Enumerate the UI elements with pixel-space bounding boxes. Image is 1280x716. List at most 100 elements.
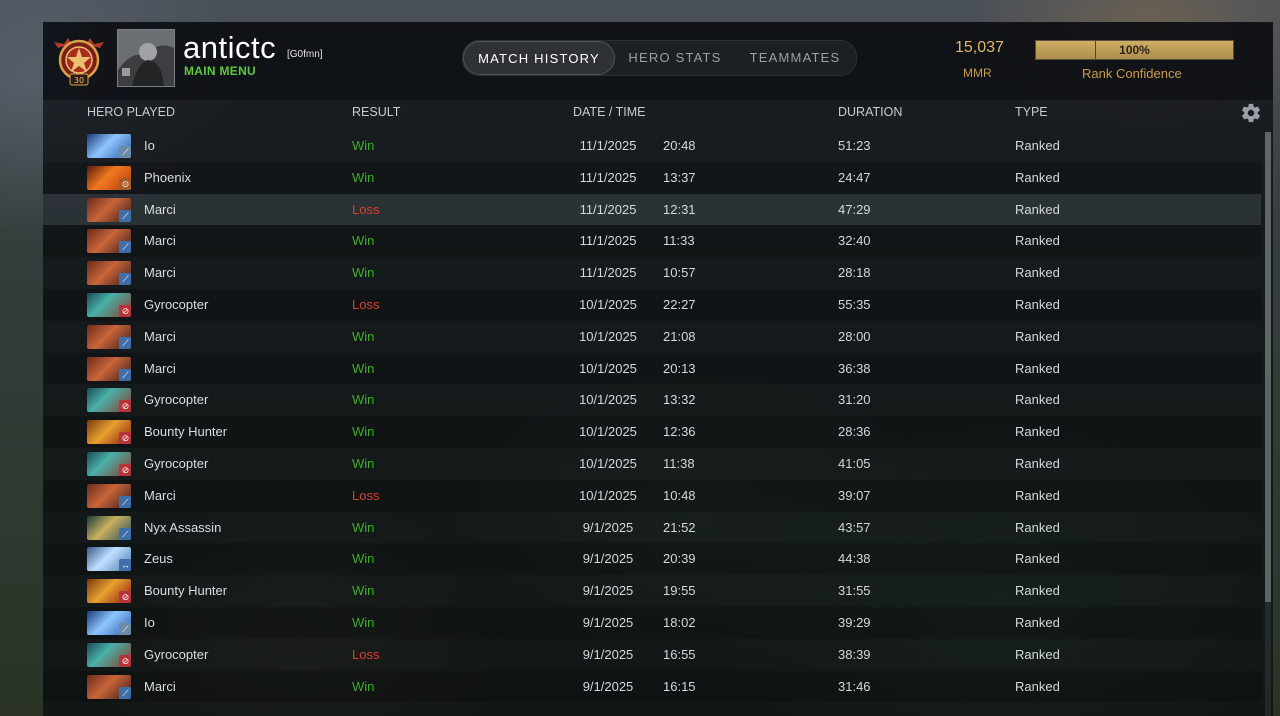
match-time: 12:36	[663, 424, 696, 440]
io-hero-icon: ⟋	[87, 610, 131, 635]
table-row[interactable]: ⟋ Marci Loss 11/1/2025 12:31 47:29 Ranked	[43, 193, 1261, 226]
match-type: Ranked	[1015, 392, 1060, 408]
table-row[interactable]: ⟋ Marci Win 11/1/2025 10:57 28:18 Ranked	[43, 257, 1261, 289]
column-header-datetime[interactable]: DATE / TIME	[573, 105, 645, 119]
tab-match-history[interactable]: MATCH HISTORY	[463, 41, 615, 75]
hero-name: Marci	[144, 233, 176, 249]
table-row[interactable]: ⟋ Marci Loss 10/1/2025 10:48 39:07 Ranked	[43, 479, 1261, 512]
match-time: 10:48	[663, 487, 696, 503]
column-header-result[interactable]: RESULT	[352, 105, 400, 119]
match-date: 11/1/2025	[579, 169, 637, 185]
match-date: 9/1/2025	[582, 614, 634, 630]
column-header-duration[interactable]: DURATION	[838, 105, 902, 119]
match-date: 11/1/2025	[579, 201, 637, 217]
table-row[interactable]: ↔ Zeus Win 9/1/2025 20:39 44:38 Ranked	[43, 543, 1261, 576]
svg-text:30: 30	[74, 76, 84, 85]
match-result: Win	[352, 169, 375, 185]
role-badge-icon: ⟋	[119, 146, 131, 158]
match-type: Ranked	[1015, 296, 1060, 312]
main-menu-link[interactable]: MAIN MENU	[184, 64, 256, 78]
table-row[interactable]: ⟋ Marci Win 11/1/2025 11:33 32:40 Ranked	[43, 225, 1261, 258]
role-badge-icon: ↔	[119, 559, 131, 572]
tab-teammates[interactable]: TEAMMATES	[735, 41, 855, 75]
hero-name: Gyrocopter	[144, 455, 209, 471]
match-result: Win	[352, 614, 375, 630]
match-duration: 31:55	[838, 583, 871, 599]
table-row[interactable]: ⟋ Marci Win 10/1/2025 21:08 28:00 Ranked	[43, 321, 1261, 353]
match-date: 9/1/2025	[582, 583, 634, 599]
gear-icon[interactable]	[1240, 102, 1262, 124]
match-result: Win	[352, 265, 375, 281]
match-date: 10/1/2025	[579, 328, 637, 344]
match-result: Win	[352, 678, 375, 694]
gyrocopter-hero-icon: ⊘	[87, 642, 131, 667]
match-type: Ranked	[1015, 551, 1060, 567]
match-date: 10/1/2025	[579, 392, 637, 408]
column-header-type[interactable]: TYPE	[1015, 105, 1048, 119]
match-duration: 51:23	[838, 138, 871, 153]
match-time: 21:08	[663, 328, 696, 344]
match-type: Ranked	[1015, 360, 1060, 376]
match-time: 10:57	[663, 265, 696, 281]
hero-name: Marci	[144, 201, 176, 217]
table-row[interactable]: ⊘ Gyrocopter Win 10/1/2025 13:32 31:20 Ranked	[43, 384, 1261, 416]
table-row[interactable]: ⟋ Io Win 11/1/2025 20:48 51:23 Ranked	[43, 130, 1261, 162]
table-row[interactable]: ⊙ Phoenix Win 11/1/2025 13:37 24:47 Ranked	[43, 161, 1261, 194]
match-type: Ranked	[1015, 678, 1060, 694]
tab-bar: MATCH HISTORY HERO STATS TEAMMATES	[462, 40, 857, 76]
match-duration: 28:18	[838, 265, 871, 281]
table-row[interactable]: ⊘ Bounty Hunter Win 9/1/2025 19:55 31:55 Ranke…	[43, 575, 1261, 607]
match-date: 10/1/2025	[579, 487, 637, 503]
table-row[interactable]: ⊘ Gyrocopter Loss 9/1/2025 16:55 38:39 Ranked	[43, 639, 1261, 671]
match-time: 11:33	[663, 233, 695, 249]
role-badge-icon: ⊘	[119, 591, 131, 604]
match-time: 12:31	[663, 201, 696, 217]
table-row[interactable]: ⟋ Marci Win 10/1/2025 20:13 36:38 Ranked	[43, 352, 1261, 385]
rank-confidence-value: 100%	[1119, 43, 1150, 57]
match-date: 9/1/2025	[582, 551, 634, 567]
match-time: 19:55	[663, 583, 696, 599]
table-row[interactable]: ⟋ Nyx Assassin Win 9/1/2025 21:52 43:57 Ranked	[43, 512, 1261, 544]
match-time: 21:52	[663, 519, 696, 535]
match-type: Ranked	[1015, 519, 1060, 535]
marci-hero-icon: ⟋	[87, 674, 131, 699]
tab-hero-stats[interactable]: HERO STATS	[615, 41, 735, 75]
table-row[interactable]: ⊘ Bounty Hunter Win 10/1/2025 12:36 28:36 Rank…	[43, 416, 1261, 448]
column-header-hero[interactable]: HERO PLAYED	[87, 105, 175, 119]
table-row[interactable]: ⊘ Gyrocopter Loss 10/1/2025 22:27 55:35 Ranked	[43, 288, 1261, 321]
match-duration: 32:40	[838, 233, 871, 249]
match-duration: 43:57	[838, 519, 871, 535]
match-duration: 31:46	[838, 678, 871, 694]
match-date: 10/1/2025	[579, 455, 637, 471]
scrollbar-thumb[interactable]	[1265, 132, 1271, 602]
table-row[interactable]: ⊘ Gyrocopter Win 10/1/2025 11:38 41:05 Ranked	[43, 448, 1261, 480]
avatar[interactable]	[117, 29, 175, 87]
match-date: 10/1/2025	[579, 296, 637, 312]
match-date: 9/1/2025	[582, 519, 634, 535]
rank-confidence-label: Rank Confidence	[1082, 66, 1182, 81]
match-duration: 44:38	[838, 551, 871, 567]
match-type: Ranked	[1015, 614, 1060, 630]
hero-name: Bounty Hunter	[144, 424, 228, 440]
match-result: Win	[352, 360, 375, 376]
match-result: Win	[352, 233, 375, 249]
rank-medal-icon: 30	[54, 38, 104, 86]
table-row[interactable]: ⟋ Io Win 9/1/2025 18:02 39:29 Ranked	[43, 606, 1261, 639]
scrollbar[interactable]	[1265, 132, 1271, 716]
match-date: 10/1/2025	[579, 424, 637, 440]
role-badge-icon: ⟋	[119, 622, 131, 635]
match-list: ⟋ Io Win 11/1/2025 20:48 51:23 Ranked ⊙ Phoenix W…	[43, 130, 1261, 703]
match-result: Win	[352, 519, 375, 535]
marci-hero-icon: ⟋	[87, 229, 131, 254]
gyrocopter-hero-icon: ⊘	[87, 388, 131, 413]
table-row[interactable]: ⟋ Marci Win 9/1/2025 16:15 31:46 Ranked	[43, 670, 1261, 703]
gyrocopter-hero-icon: ⊘	[87, 451, 131, 476]
hero-name: Gyrocopter	[144, 646, 209, 662]
match-time: 16:15	[663, 678, 696, 694]
match-date: 11/1/2025	[579, 233, 637, 249]
role-badge-icon: ⟋	[119, 273, 131, 286]
player-tag: [G0fmn]	[287, 49, 323, 60]
match-time: 13:32	[663, 392, 696, 408]
bounty-hunter-hero-icon: ⊘	[87, 579, 131, 604]
bounty-hunter-hero-icon: ⊘	[87, 420, 131, 445]
